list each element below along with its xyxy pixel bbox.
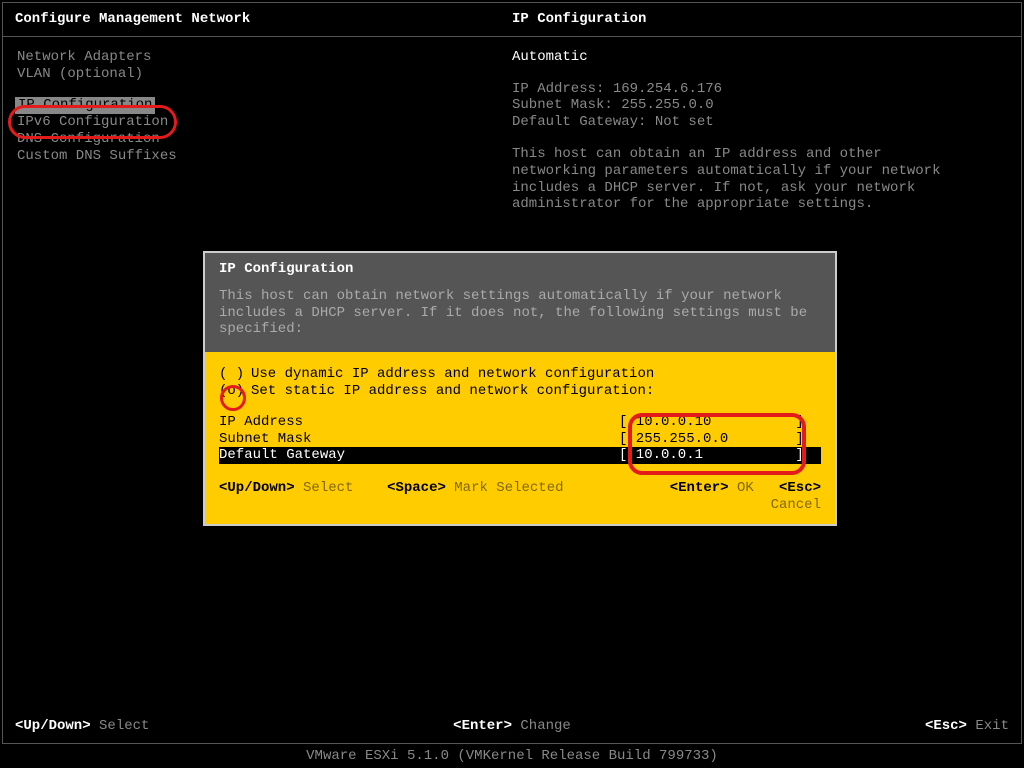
menu-item-network-adapters[interactable]: Network Adapters: [15, 49, 512, 66]
main-footer: <Up/Down> Select <Enter> Change <Esc> Ex…: [15, 718, 1009, 735]
menu-item-dns-config[interactable]: DNS Configuration: [15, 131, 512, 148]
field-subnet-mask[interactable]: Subnet Mask [ 255.255.0.0 ]: [219, 431, 821, 448]
header-title-left: Configure Management Network: [15, 11, 512, 28]
menu-item-ipv6-config[interactable]: IPv6 Configuration: [15, 114, 512, 131]
radio-option-static[interactable]: (o) Set static IP address and network co…: [219, 383, 821, 400]
key-hint-enter: <Enter>: [670, 480, 729, 496]
menu-panel: Network Adapters VLAN (optional) IP Conf…: [15, 49, 512, 213]
key-hint-updown: <Up/Down>: [219, 480, 295, 496]
detail-ip: IP Address: 169.254.6.176: [512, 81, 1009, 98]
static-fields-group: IP Address [ 10.0.0.10 ] Subnet Mask [ 2…: [219, 414, 821, 464]
detail-status: Automatic: [512, 49, 1009, 66]
menu-spacer: [15, 82, 512, 97]
version-bar: VMware ESXi 5.1.0 (VMKernel Release Buil…: [0, 746, 1024, 765]
header-title-right: IP Configuration: [512, 11, 1009, 28]
detail-mask: Subnet Mask: 255.255.0.0: [512, 97, 1009, 114]
footer-key-enter: <Enter>: [453, 718, 512, 734]
radio-option-dynamic[interactable]: ( ) Use dynamic IP address and network c…: [219, 366, 821, 383]
menu-item-vlan[interactable]: VLAN (optional): [15, 66, 512, 83]
field-ip-address[interactable]: IP Address [ 10.0.0.10 ]: [219, 414, 821, 431]
menu-item-ip-config[interactable]: IP Configuration: [15, 97, 155, 114]
field-default-gateway[interactable]: Default Gateway [ 10.0.0.1 ]: [219, 447, 821, 464]
detail-gw: Default Gateway: Not set: [512, 114, 1009, 131]
dialog-description: This host can obtain network settings au…: [205, 282, 835, 352]
ip-config-dialog: IP Configuration This host can obtain ne…: [203, 251, 837, 526]
footer-key-esc: <Esc>: [925, 718, 967, 734]
header-bar: Configure Management Network IP Configur…: [3, 3, 1021, 37]
main-body: Network Adapters VLAN (optional) IP Conf…: [3, 37, 1021, 225]
detail-description: This host can obtain an IP address and o…: [512, 146, 972, 213]
menu-item-dns-suffixes[interactable]: Custom DNS Suffixes: [15, 148, 512, 165]
dialog-title: IP Configuration: [205, 253, 835, 282]
footer-key-updown: <Up/Down>: [15, 718, 91, 734]
dialog-footer: <Up/Down> Select <Space> Mark Selected <…: [205, 468, 835, 524]
detail-panel: Automatic IP Address: 169.254.6.176 Subn…: [512, 49, 1009, 213]
dcui-screen: Configure Management Network IP Configur…: [2, 2, 1022, 744]
key-hint-space: <Space>: [387, 480, 446, 496]
key-hint-esc: <Esc>: [779, 480, 821, 496]
